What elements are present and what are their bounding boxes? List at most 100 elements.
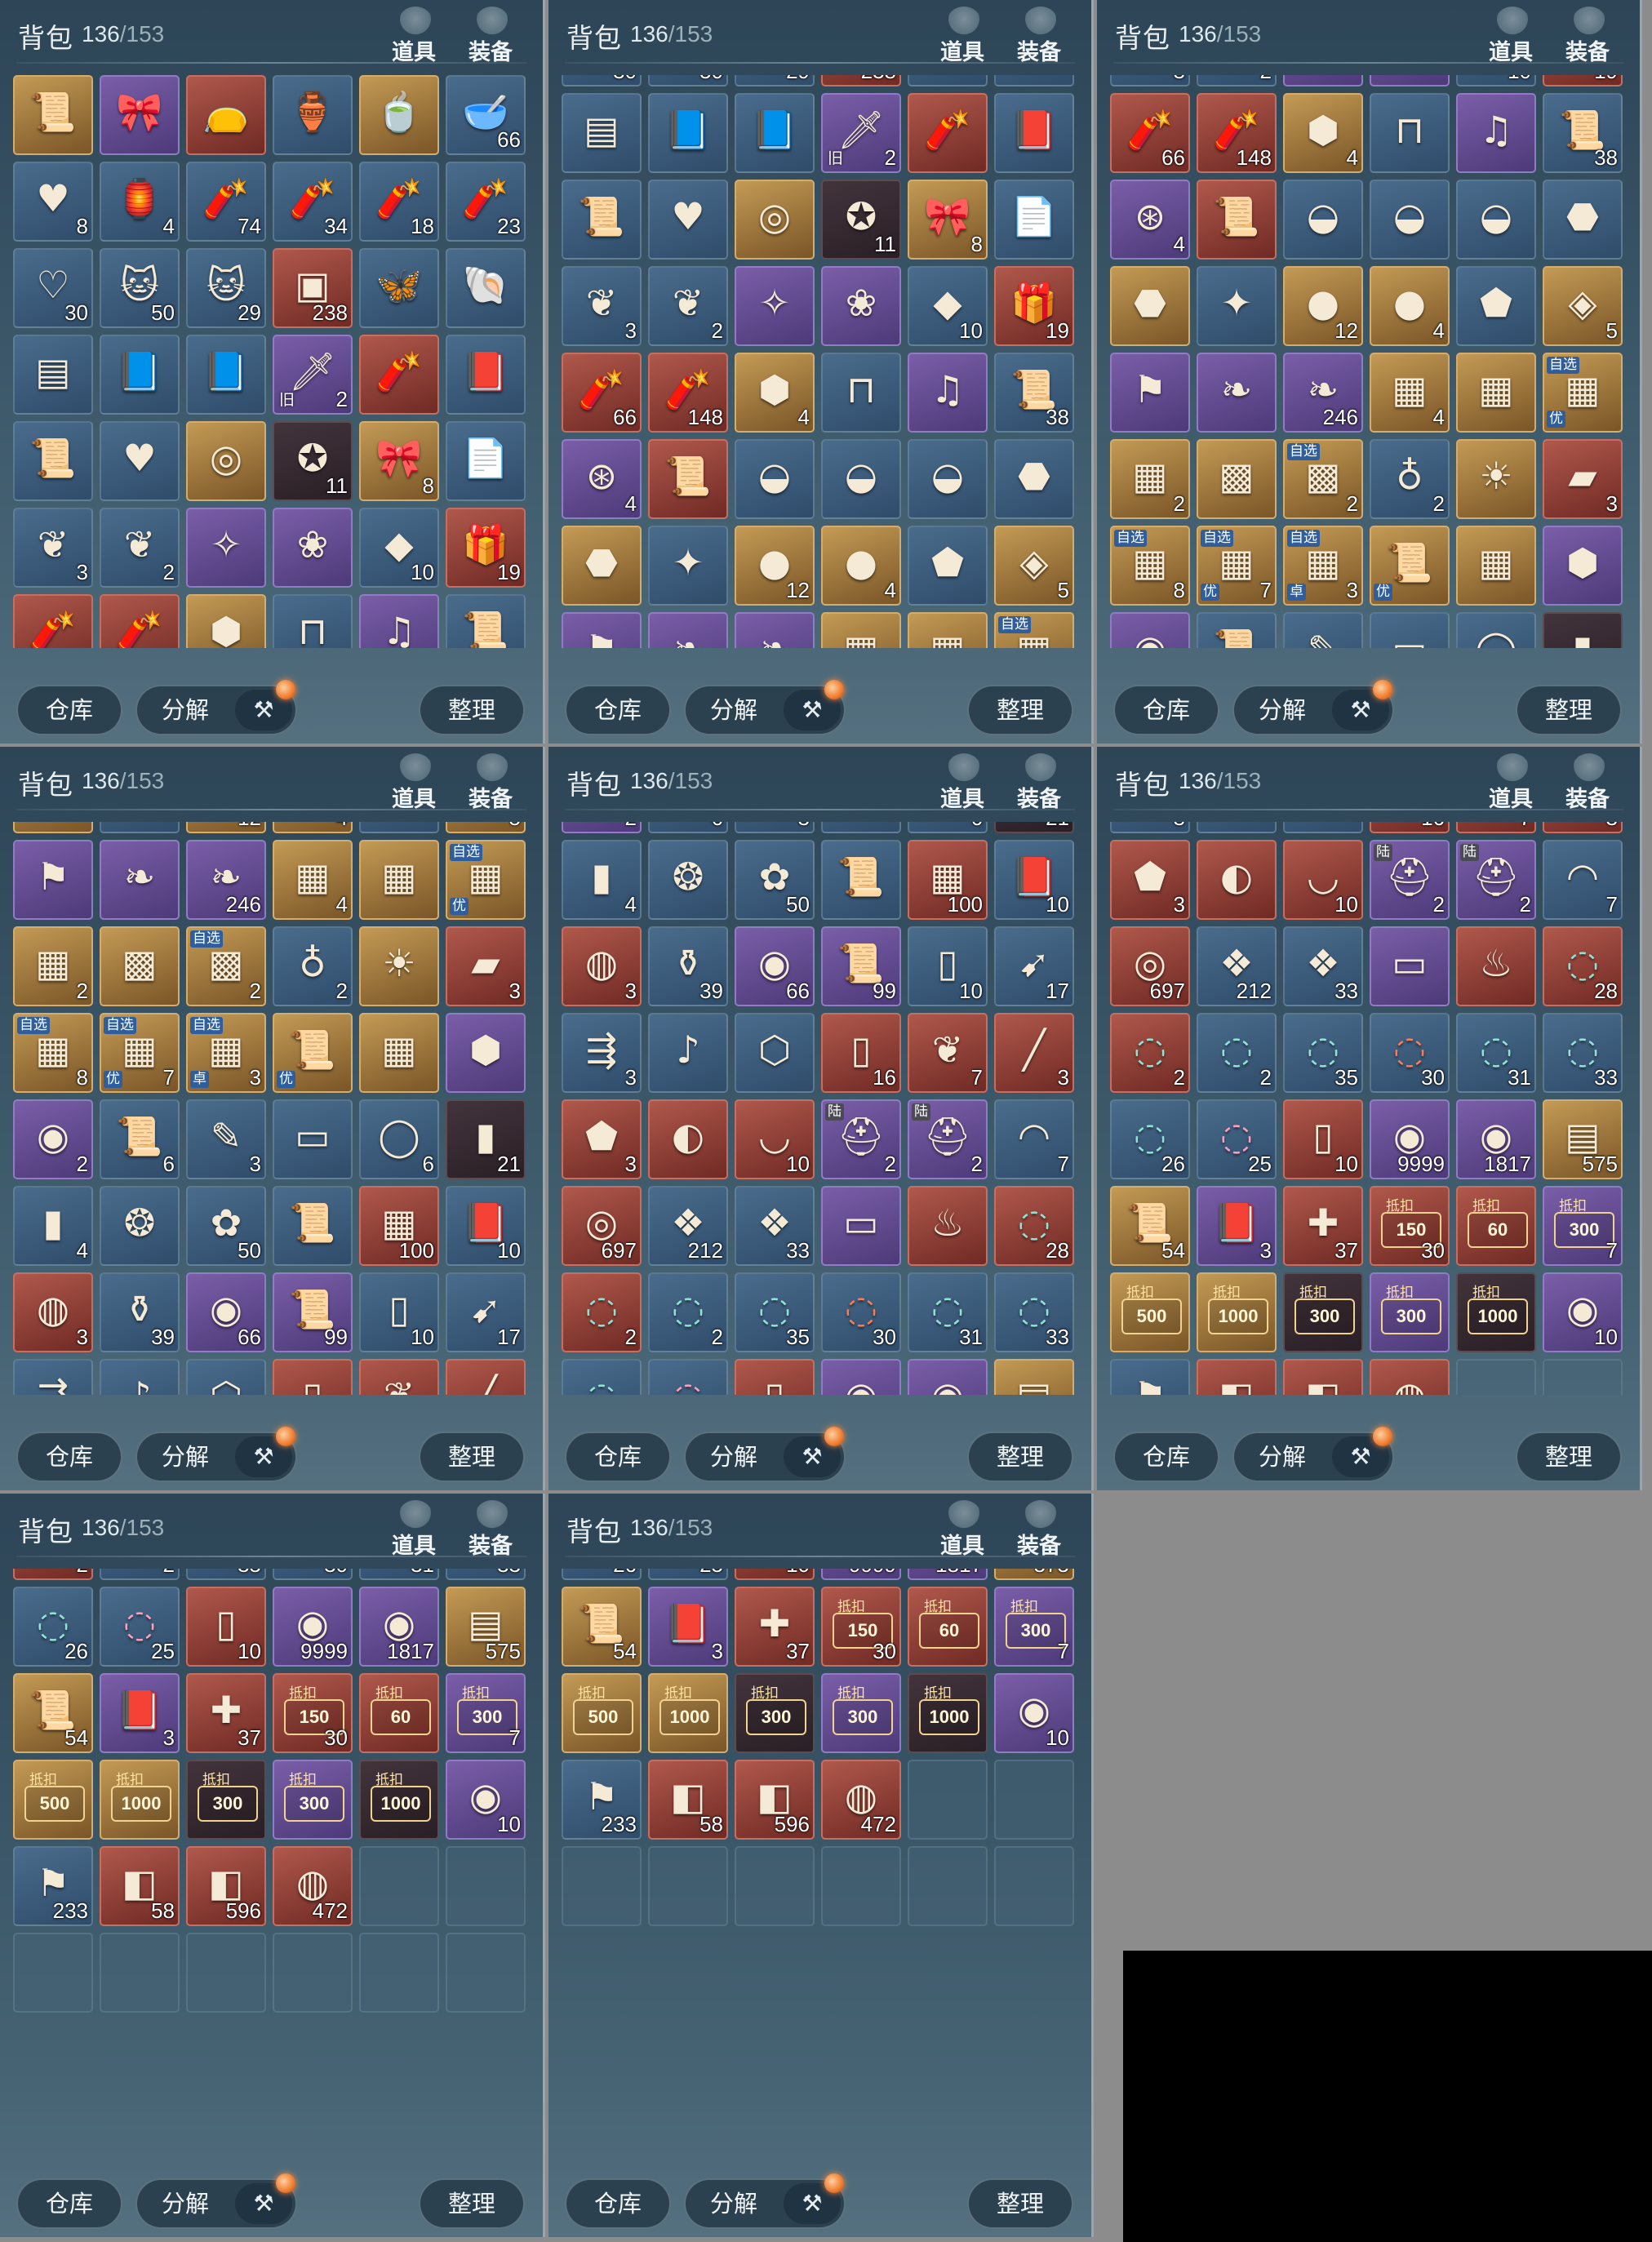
- inventory-slot[interactable]: ▯10: [359, 1272, 439, 1352]
- inventory-slot[interactable]: 📜 99: [821, 926, 901, 1006]
- inventory-slot[interactable]: ◌26: [13, 1587, 93, 1667]
- inventory-slot[interactable]: ◧58: [648, 1760, 728, 1840]
- inventory-slot[interactable]: ✦: [1197, 266, 1277, 346]
- item-grid[interactable]: 📜 🎀 👝 🏺 🍵 🥣 66 ♥ 8 🏮 4 🧨 74 🧨 34 🧨 18 🧨 23 ♡ 30 🐱 50 🐱 29 ▣ 238 🦋 🐚 ▤…: [13, 75, 532, 648]
- inventory-slot[interactable]: 👝: [186, 75, 266, 155]
- inventory-slot[interactable]: ◌25: [648, 1359, 728, 1395]
- item-grid[interactable]: ♡30🐱50🐱29▣238🦋🐚▤📘📘🗡旧2🧨📕📜♥◎✪11🎀8📄❦3❦2✧❀◆1…: [562, 75, 1081, 648]
- inventory-slot[interactable]: ✦: [100, 822, 180, 833]
- inventory-slot[interactable]: ◌25: [648, 1569, 728, 1580]
- inventory-slot[interactable]: ◉2: [13, 1099, 93, 1179]
- inventory-slot[interactable]: ⚑233: [13, 1846, 93, 1926]
- inventory-slot[interactable]: 📜 54: [1110, 1186, 1190, 1266]
- inventory-slot[interactable]: ➹ 17: [994, 926, 1074, 1006]
- inventory-slot[interactable]: ◆10: [1456, 75, 1536, 87]
- inventory-slot[interactable]: ▣238: [821, 75, 901, 87]
- inventory-slot[interactable]: ◡ 10: [735, 1099, 815, 1179]
- inventory-slot[interactable]: ◍472: [273, 1846, 353, 1926]
- inventory-slot[interactable]: ◍ 3: [562, 926, 642, 1006]
- inventory-slot[interactable]: ▦ 2: [1110, 439, 1190, 519]
- tab-equipment[interactable]: 装备: [1557, 753, 1614, 812]
- inventory-slot[interactable]: ◉ 10: [446, 1760, 526, 1840]
- inventory-slot[interactable]: ♪: [648, 1013, 728, 1093]
- inventory-slot[interactable]: ▤575: [446, 1587, 526, 1667]
- inventory-slot[interactable]: ❧246: [1283, 353, 1363, 433]
- inventory-slot[interactable]: ●4: [273, 822, 353, 833]
- inventory-slot[interactable]: ⛑ 陆 2: [1456, 840, 1536, 920]
- inventory-slot[interactable]: ●4: [821, 526, 901, 606]
- sort-button[interactable]: 整理: [1516, 1432, 1622, 1482]
- inventory-slot[interactable]: ❦7: [359, 1359, 439, 1395]
- empty-slot[interactable]: [273, 1933, 353, 2013]
- inventory-slot[interactable]: ⛑ 陆 2: [1370, 840, 1450, 920]
- inventory-slot[interactable]: ▮21: [1543, 612, 1623, 648]
- inventory-slot[interactable]: ◌ 28: [994, 1186, 1074, 1266]
- inventory-slot[interactable]: ◎ 697: [562, 1186, 642, 1266]
- inventory-slot[interactable]: ◌2: [648, 1272, 728, 1352]
- inventory-slot[interactable]: 📜6: [1197, 612, 1277, 648]
- inventory-slot[interactable]: 🎀 8: [359, 421, 439, 501]
- inventory-slot[interactable]: 抵扣 1000: [1197, 1272, 1277, 1352]
- sort-button[interactable]: 整理: [967, 1432, 1073, 1482]
- empty-slot[interactable]: [1543, 1359, 1623, 1395]
- inventory-slot[interactable]: 抵扣 1000: [648, 1673, 728, 1753]
- inventory-slot[interactable]: ◈5: [994, 526, 1074, 606]
- inventory-slot[interactable]: ◌35: [1283, 1013, 1363, 1093]
- sort-button[interactable]: 整理: [419, 685, 525, 735]
- inventory-slot[interactable]: ◌33: [994, 1272, 1074, 1352]
- sort-button[interactable]: 整理: [419, 1432, 525, 1482]
- inventory-slot[interactable]: ⚑233: [562, 1760, 642, 1840]
- inventory-slot[interactable]: ✪ 11: [821, 180, 901, 260]
- inventory-slot[interactable]: ◉ 10: [1543, 1272, 1623, 1352]
- inventory-slot[interactable]: ▦自选优: [1543, 353, 1623, 433]
- inventory-slot[interactable]: ◌26: [1110, 1099, 1190, 1179]
- inventory-slot[interactable]: ❦7: [1456, 822, 1536, 833]
- inventory-slot[interactable]: ◉1817: [1456, 1099, 1536, 1179]
- inventory-slot[interactable]: ⚑: [1110, 353, 1190, 433]
- inventory-slot[interactable]: ◧58: [1197, 1359, 1277, 1395]
- inventory-slot[interactable]: ●12: [186, 822, 266, 833]
- inventory-slot[interactable]: 🐱29: [735, 75, 815, 87]
- inventory-slot[interactable]: ⊛ 4: [1110, 180, 1190, 260]
- inventory-slot[interactable]: ◒: [908, 439, 988, 519]
- inventory-slot[interactable]: ▭: [821, 822, 901, 833]
- decompose-button[interactable]: 分解 ⚒: [684, 1427, 846, 1482]
- tab-items[interactable]: 道具: [932, 753, 989, 812]
- inventory-slot[interactable]: 抵扣 1000: [100, 1760, 180, 1840]
- inventory-slot[interactable]: ♪: [1197, 822, 1277, 833]
- inventory-slot[interactable]: 抵扣 150 30: [821, 1587, 901, 1667]
- item-grid[interactable]: ❦3❦2✧❀◆10🎁19🧨66🧨148⬢4⊓♫📜38⊛4📜◒◒◒⬣⬣✦●12●4…: [1110, 75, 1629, 648]
- inventory-slot[interactable]: 抵扣 1000: [908, 1673, 988, 1753]
- inventory-slot[interactable]: ➹ 17: [446, 1272, 526, 1352]
- inventory-slot[interactable]: ◉9999: [821, 1569, 901, 1580]
- inventory-slot[interactable]: 🧨66: [13, 594, 93, 648]
- inventory-slot[interactable]: ▩: [1197, 439, 1277, 519]
- inventory-slot[interactable]: ◧596: [186, 1846, 266, 1926]
- inventory-slot[interactable]: 📜6: [100, 1099, 180, 1179]
- sort-button[interactable]: 整理: [419, 2178, 525, 2229]
- inventory-slot[interactable]: 📜 99: [273, 1272, 353, 1352]
- inventory-slot[interactable]: 🐚: [446, 248, 526, 328]
- tab-items[interactable]: 道具: [1481, 753, 1538, 812]
- inventory-slot[interactable]: ▦ 自选 8: [13, 1013, 93, 1093]
- inventory-slot[interactable]: ▮21: [994, 822, 1074, 833]
- inventory-slot[interactable]: ◉2: [1110, 612, 1190, 648]
- inventory-slot[interactable]: ⬡: [186, 1359, 266, 1395]
- inventory-slot[interactable]: ◉9999: [273, 1587, 353, 1667]
- inventory-slot[interactable]: 📜6: [648, 822, 728, 833]
- inventory-slot[interactable]: ❖ 212: [648, 1186, 728, 1266]
- inventory-slot[interactable]: ◒: [821, 439, 901, 519]
- inventory-slot[interactable]: ◉9999: [821, 1359, 901, 1395]
- inventory-slot[interactable]: ♨: [908, 1186, 988, 1266]
- inventory-slot[interactable]: ♪: [100, 1359, 180, 1395]
- inventory-slot[interactable]: ✎3: [735, 822, 815, 833]
- warehouse-button[interactable]: 仓库: [16, 2178, 122, 2229]
- inventory-slot[interactable]: ◌ 28: [1543, 926, 1623, 1006]
- inventory-slot[interactable]: ⬣: [1543, 180, 1623, 260]
- inventory-slot[interactable]: ◌31: [1456, 1013, 1536, 1093]
- tab-equipment[interactable]: 装备: [460, 7, 517, 65]
- inventory-slot[interactable]: 🧨 74: [186, 162, 266, 242]
- inventory-slot[interactable]: 🐚: [994, 75, 1074, 87]
- inventory-slot[interactable]: ⛑ 陆 2: [908, 1099, 988, 1179]
- inventory-slot[interactable]: ❦2: [1197, 75, 1277, 87]
